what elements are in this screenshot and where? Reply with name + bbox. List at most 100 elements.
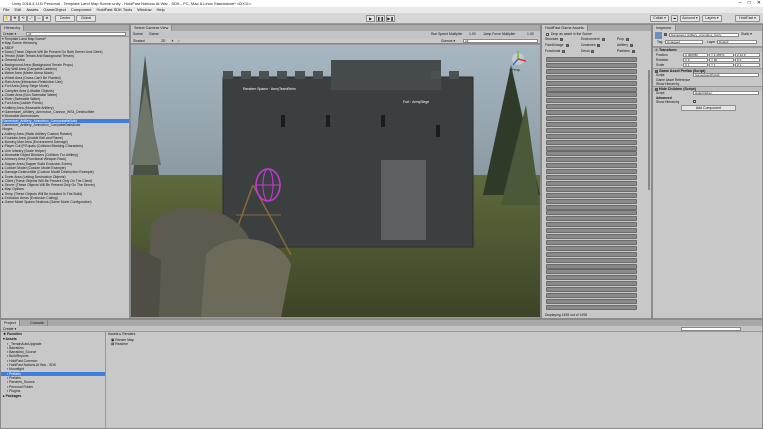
static-dropdown[interactable]: Static ▾ [741, 32, 752, 36]
asset-entry-button[interactable] [546, 92, 637, 98]
audio-toggle-icon[interactable]: ♪ [178, 38, 180, 44]
asset-entry-button[interactable] [546, 222, 637, 228]
asset-entry-button[interactable] [546, 287, 637, 293]
asset-entry-button[interactable] [546, 281, 637, 287]
asset-entry-button[interactable] [546, 116, 637, 121]
scene-search-input[interactable]: All [463, 39, 538, 43]
position-x[interactable]: X 369780 [683, 52, 708, 57]
layer-dropdown[interactable]: Default [717, 40, 757, 44]
asset-entry-button[interactable] [546, 74, 637, 80]
rect-tool-icon[interactable]: ▭ [35, 15, 43, 22]
position-y[interactable]: Y 4.45571 [709, 52, 734, 57]
close-icon[interactable]: ✕ [757, 0, 761, 7]
asset-category-checkbox[interactable] [565, 43, 569, 47]
asset-category-filter[interactable]: Environment [581, 37, 606, 42]
step-icon[interactable]: ▶❚ [386, 15, 395, 22]
drop-asset-checkbox[interactable] [546, 32, 549, 36]
object-name-field[interactable]: Gamestoel_Artillery_Ammobox_Carry [669, 32, 739, 37]
asset-entry-button[interactable] [546, 57, 637, 62]
rotation-y[interactable]: Y 90 [709, 57, 734, 62]
hierarchy-item[interactable]: ▸ Game Mode Spawn Sections (Game Mode Co… [2, 200, 129, 204]
position-z[interactable]: Z 22.6 [735, 52, 760, 57]
asset-entry-button[interactable] [546, 80, 637, 86]
active-checkbox[interactable] [664, 33, 667, 36]
game-subtab[interactable]: Game [149, 31, 159, 38]
asset-entry-button[interactable] [546, 204, 637, 210]
asset-category-filter[interactable]: Structure [545, 37, 564, 42]
asset-category-checkbox[interactable] [597, 43, 601, 47]
hierarchy-search-input[interactable]: All [26, 32, 126, 36]
asset-entry-button[interactable] [546, 192, 637, 198]
asset-entry-button[interactable] [546, 275, 637, 281]
asset-category-checkbox[interactable] [560, 37, 564, 41]
rotation-z[interactable]: Z 0 [735, 57, 760, 62]
shading-mode-dropdown[interactable]: Shaded [133, 38, 145, 44]
hand-tool-icon[interactable]: ✋ [3, 15, 11, 22]
asset-entry-button[interactable] [546, 304, 637, 310]
minimize-icon[interactable]: – [739, 0, 742, 7]
asset-entry-button[interactable] [546, 186, 637, 192]
asset-entry-button[interactable] [546, 298, 637, 304]
asset-entry-button[interactable] [546, 133, 637, 139]
asset-entry-button[interactable] [546, 234, 637, 239]
asset-entry-button[interactable] [546, 98, 637, 104]
jump-force-value[interactable]: 1.00 [527, 31, 534, 38]
project-search-input[interactable] [681, 327, 741, 331]
cloud-icon[interactable]: ☁ [671, 15, 678, 22]
asset-category-filter[interactable]: Particles [617, 49, 636, 54]
layers-dropdown[interactable]: Layers ▾ [702, 15, 722, 22]
assets-scrollbar[interactable] [648, 70, 650, 190]
project-folder-item[interactable]: ▪ Plugins [1, 389, 105, 393]
asset-entry-button[interactable] [546, 163, 637, 169]
scene-viewport[interactable]: Rendem Spawn · ArmyTeamRelm Fort · ArmyS… [131, 45, 540, 317]
asset-entry-button[interactable] [546, 251, 637, 257]
asset-entry-button[interactable] [546, 139, 637, 145]
asset-entry-button[interactable] [546, 121, 637, 127]
packages-root[interactable]: ▸ Packages [1, 394, 105, 398]
asset-category-checkbox[interactable] [562, 49, 566, 53]
maximize-icon[interactable]: □ [748, 0, 751, 7]
asset-entry-button[interactable] [546, 180, 637, 186]
asset-entry-button[interactable] [546, 245, 637, 251]
asset-entry-button[interactable] [546, 257, 637, 263]
move-tool-icon[interactable]: ✥ [11, 15, 19, 22]
rotate-tool-icon[interactable]: ⟲ [19, 15, 27, 22]
asset-entry-button[interactable] [546, 62, 637, 68]
asset-entry-button[interactable] [546, 263, 637, 269]
pivot-center-button[interactable]: Center [55, 15, 75, 22]
asset-category-filter[interactable]: Decal [581, 49, 595, 54]
projection-label[interactable]: < Persp [509, 68, 520, 72]
asset-category-filter[interactable]: Artillery [617, 43, 634, 48]
asset-entry-button[interactable] [546, 228, 637, 234]
asset-entry-button[interactable] [546, 110, 637, 116]
asset-entry-button[interactable] [546, 157, 637, 163]
scene-subtab[interactable]: Scene [133, 31, 143, 38]
asset-category-filter[interactable]: Creatures [581, 43, 601, 48]
scale-x[interactable]: X 1 [683, 62, 708, 67]
asset-entry-button[interactable] [546, 216, 637, 222]
scale-y[interactable]: Y 1 [709, 62, 734, 67]
prefab-script-field[interactable]: GameAssetPrefab [693, 73, 759, 77]
asset-entry-button[interactable] [546, 104, 637, 110]
file-item[interactable]: ▤ Readme [111, 342, 134, 346]
asset-entry-button[interactable] [546, 239, 637, 245]
asset-entry-button[interactable] [546, 86, 637, 92]
light-toggle-icon[interactable]: ☀ [171, 38, 174, 44]
asset-entry-button[interactable] [546, 127, 637, 133]
account-dropdown[interactable]: Account ▾ [680, 15, 700, 22]
add-component-button[interactable]: Add Component [681, 105, 736, 111]
transform-tool-icon[interactable]: ⊕ [43, 15, 51, 22]
project-breadcrumb[interactable]: Assets ▸ Renders [108, 332, 135, 337]
2d-toggle-button[interactable]: 2D [161, 38, 165, 44]
asset-category-checkbox[interactable] [631, 49, 635, 53]
asset-category-checkbox[interactable] [630, 43, 633, 47]
pivot-global-button[interactable]: Global [76, 15, 96, 22]
run-speed-value[interactable]: 1.00 [469, 31, 476, 38]
asset-entry-button[interactable] [546, 269, 637, 275]
scale-z[interactable]: Z 1 [735, 62, 760, 67]
asset-entry-button[interactable] [546, 151, 637, 157]
collab-dropdown[interactable]: Collab ▾ [650, 15, 669, 22]
gizmos-dropdown[interactable]: Gizmos ▾ [441, 38, 455, 44]
show-hierarchy-checkbox[interactable] [693, 100, 696, 103]
hide-children-script-field[interactable]: HideChildren [693, 91, 759, 95]
